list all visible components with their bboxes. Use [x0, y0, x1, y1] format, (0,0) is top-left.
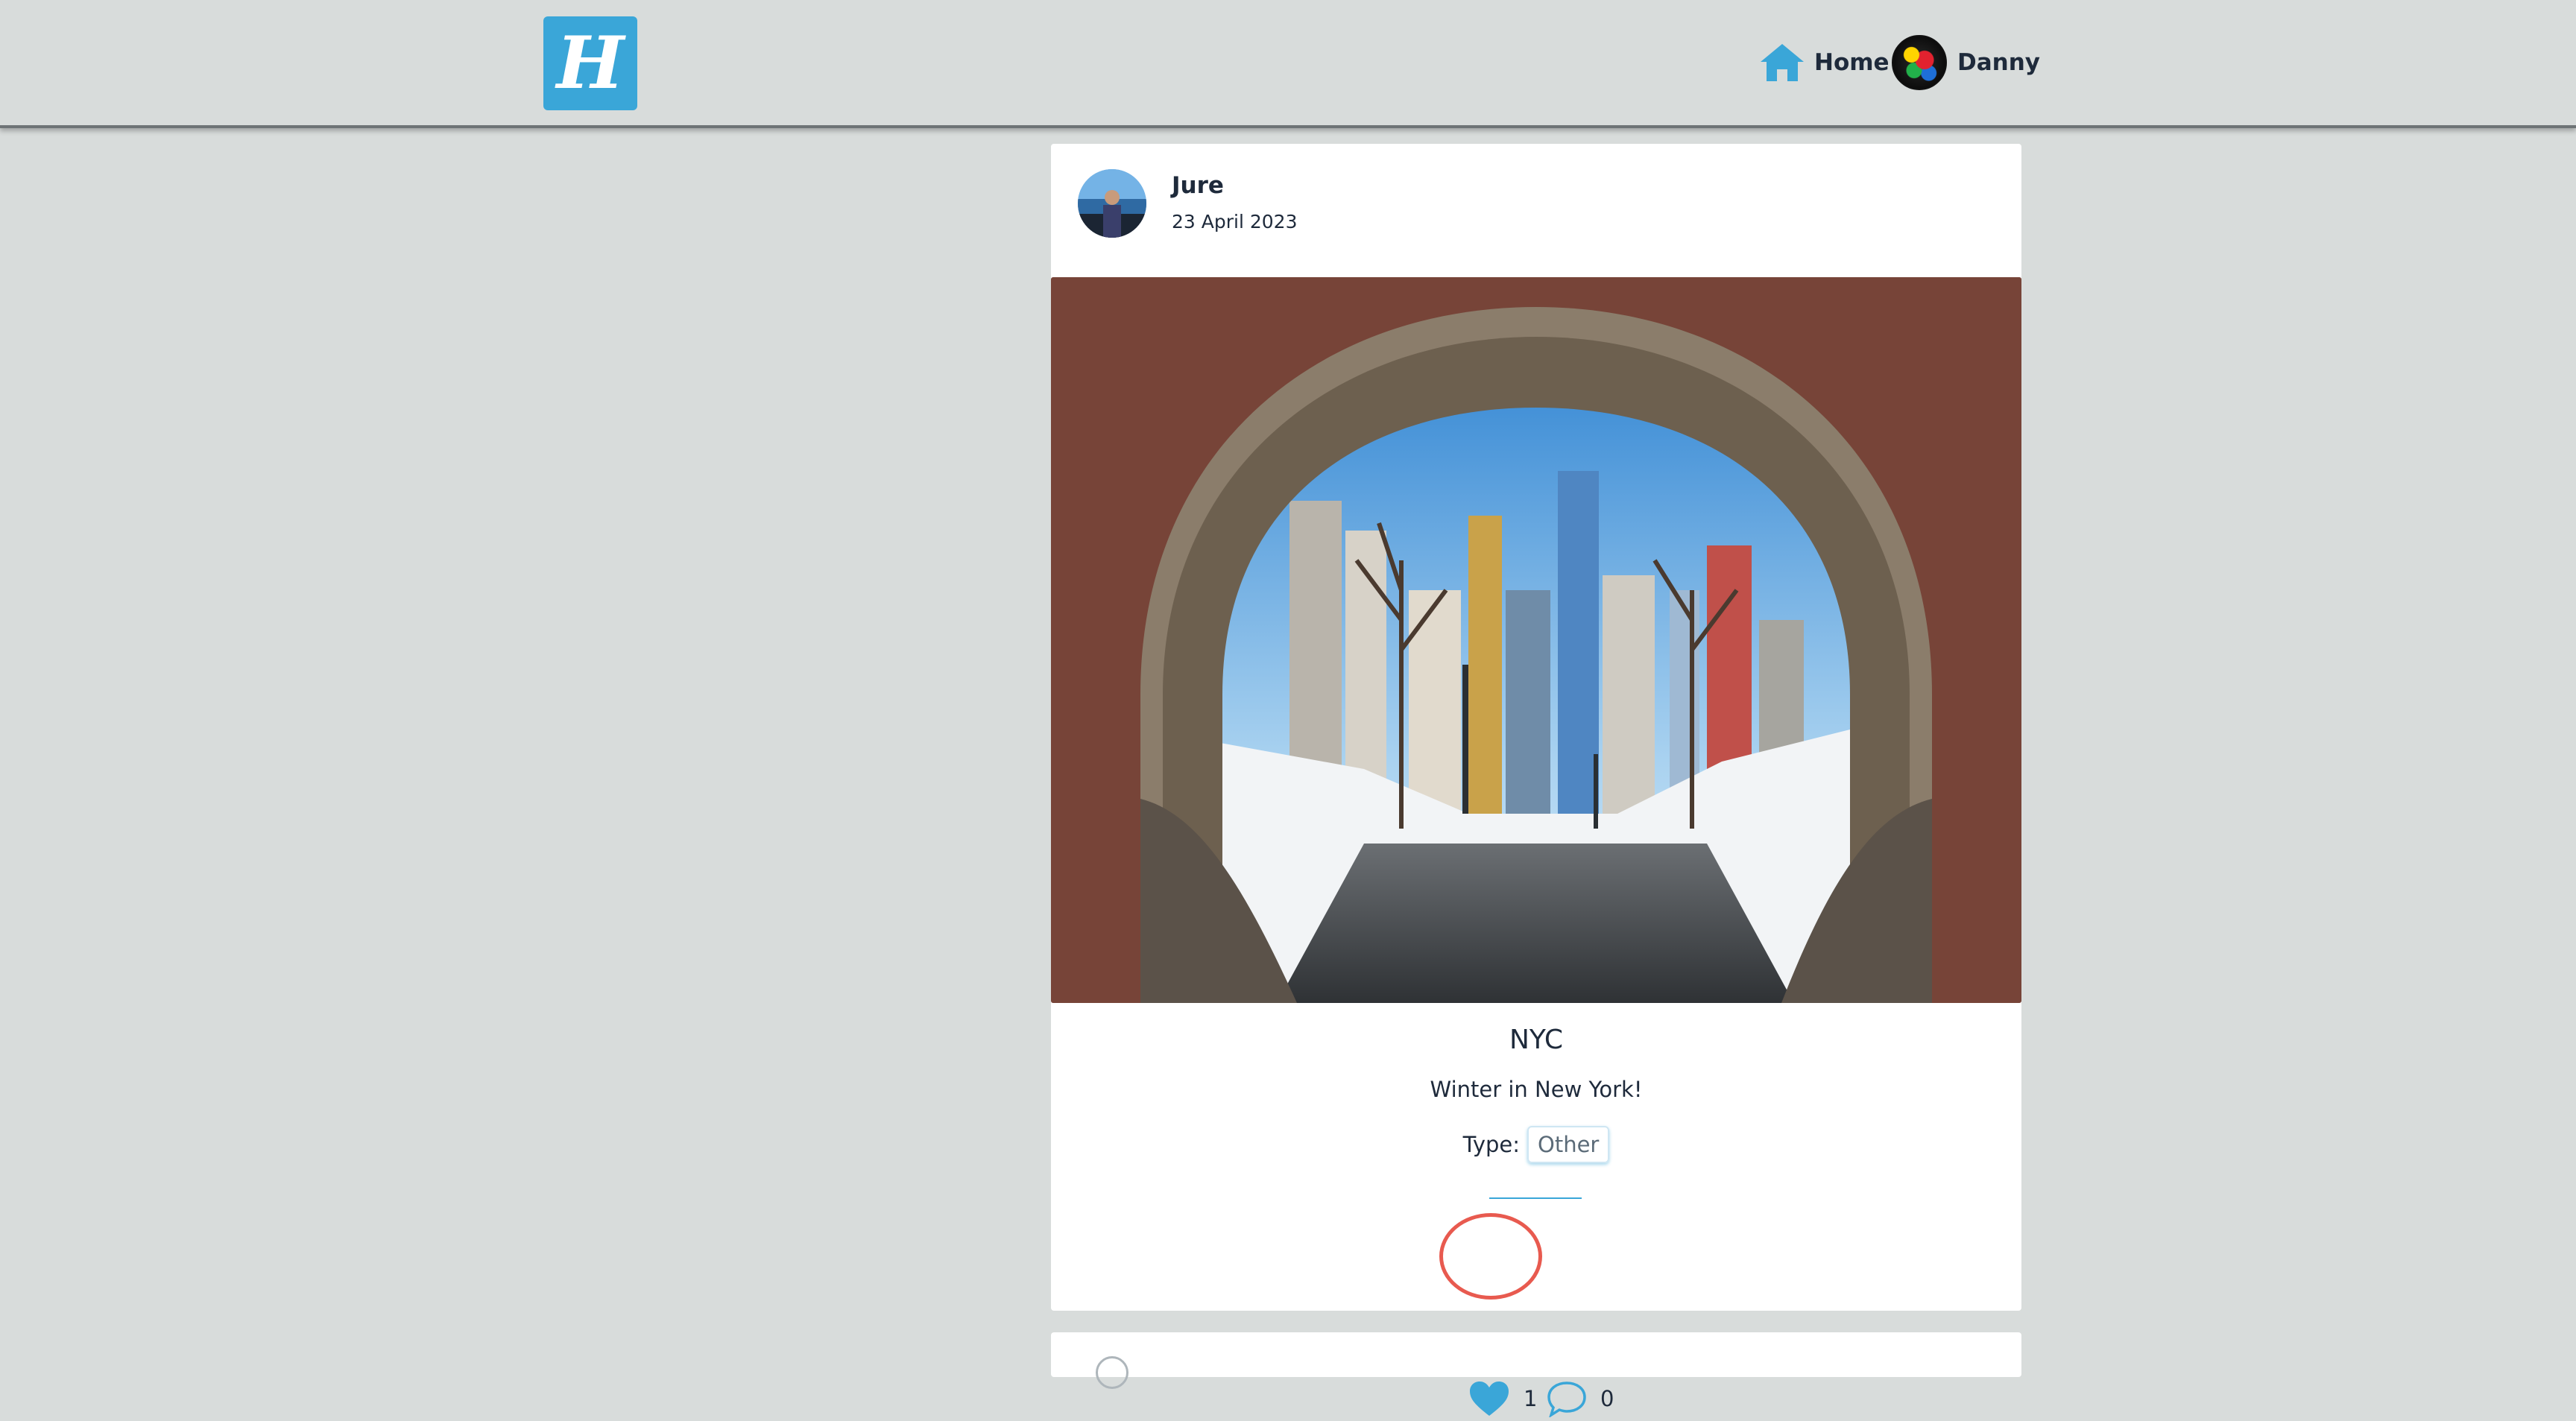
- heart-icon: [1470, 1382, 1509, 1416]
- post-image[interactable]: [1051, 277, 2021, 1003]
- post-photo-arch: [1051, 277, 2021, 1003]
- divider: [1489, 1197, 1582, 1199]
- nav-home-link[interactable]: Home: [1759, 34, 1890, 91]
- author-avatar-photo: [1078, 169, 1146, 238]
- next-post-card: [1051, 1332, 2021, 1389]
- type-label: Type:: [1462, 1132, 1521, 1157]
- post-type-row: Type: Other: [1051, 1126, 2021, 1163]
- comment-icon: [1547, 1382, 1586, 1417]
- comment-button[interactable]: 0: [1547, 1376, 1614, 1421]
- app-logo[interactable]: H: [543, 16, 637, 110]
- author-avatar[interactable]: [1078, 169, 1146, 238]
- next-post-avatar: [1096, 1356, 1128, 1389]
- logo-letter: H: [556, 21, 625, 105]
- comment-count: 0: [1600, 1386, 1614, 1411]
- nav-user-profile[interactable]: Danny: [1892, 34, 2040, 91]
- nav-user-name: Danny: [1957, 49, 2040, 76]
- home-icon: [1761, 44, 1804, 81]
- post-description: Winter in New York!: [1430, 1077, 1643, 1102]
- post-card: Jure 23 April 2023 NYC Winter in New Yor…: [1051, 144, 2021, 1417]
- post-actions: 1 0: [1051, 1376, 2021, 1421]
- like-count: 1: [1524, 1386, 1538, 1411]
- post-title: NYC: [1509, 1025, 1564, 1055]
- nav-home-label: Home: [1814, 49, 1890, 76]
- post-date: 23 April 2023: [1172, 211, 1298, 232]
- avatar: [1892, 35, 1947, 90]
- like-button[interactable]: 1: [1468, 1376, 1537, 1421]
- author-name[interactable]: Jure: [1172, 172, 1224, 199]
- type-badge[interactable]: Other: [1527, 1126, 1610, 1163]
- top-navbar: H Home Danny: [0, 0, 2576, 128]
